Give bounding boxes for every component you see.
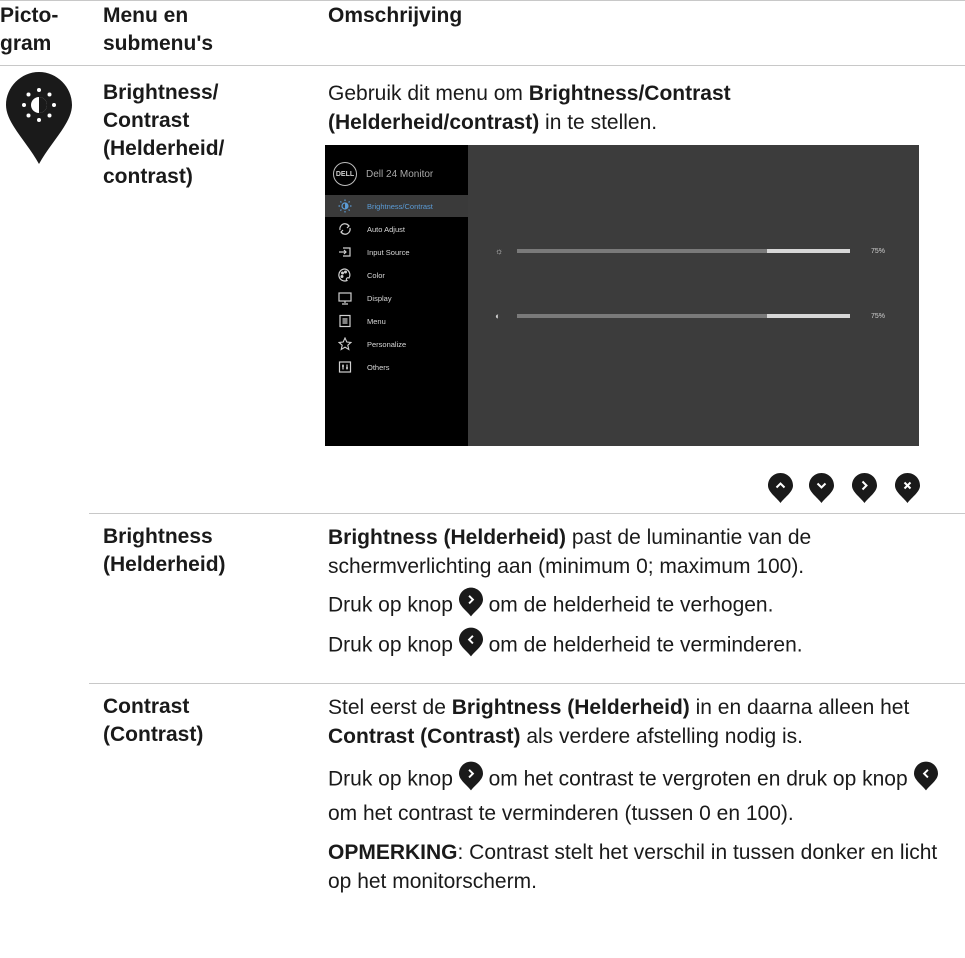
osd-item-label: Color <box>367 270 385 280</box>
dell-logo: DELL <box>333 162 357 186</box>
row2-paragraph-2: Druk op knop om de helderheid te verhoge… <box>328 587 938 625</box>
close-button-icon <box>895 473 920 503</box>
contrast-fill <box>517 314 767 318</box>
header-menu: Menu en submenu's <box>103 4 214 55</box>
osd-item-brightness-contrast[interactable]: Brightness/Contrast <box>325 195 468 217</box>
contrast-track[interactable] <box>517 314 850 318</box>
row2-rule <box>89 513 965 514</box>
osd-item-label: Input Source <box>367 247 410 257</box>
up-button-icon <box>768 473 793 503</box>
contrast-slider[interactable]: ◐ 75% <box>468 309 919 323</box>
row2-menu-name: Brightness (Helderheid) <box>103 525 226 576</box>
osd-item-menu[interactable]: Menu <box>325 310 468 332</box>
contrast-value: 75% <box>871 312 886 320</box>
osd-item-label: Brightness/Contrast <box>367 201 433 211</box>
row3-paragraph-1: Stel eerst de Brightness (Helderheid) in… <box>328 696 910 748</box>
right-arrow-button-icon <box>458 587 483 625</box>
brightness-fill <box>517 249 767 253</box>
osd-sidebar: DELL Dell 24 Monitor Brightness/Contrast… <box>325 145 468 446</box>
brightness-value: 75% <box>871 247 886 255</box>
row3-paragraph-2: Druk op knop om het contrast te vergrote… <box>328 761 943 828</box>
row3-rule <box>89 683 965 684</box>
row2-paragraph-1: Brightness (Helderheid) past de luminant… <box>328 526 812 578</box>
brightness-slider[interactable]: ☼ 75% <box>468 244 919 258</box>
right-button-icon <box>852 473 877 503</box>
input-source-icon <box>338 245 352 259</box>
sun-icon <box>338 199 352 213</box>
table-top-rule <box>0 0 965 1</box>
left-arrow-button-icon <box>458 627 483 665</box>
osd-item-label: Display <box>367 293 392 303</box>
brightness-pictogram-icon <box>6 72 72 169</box>
others-icon <box>338 360 352 374</box>
osd-item-input-source[interactable]: Input Source <box>325 241 468 263</box>
osd-title: Dell 24 Monitor <box>366 168 434 180</box>
osd-item-label: Personalize <box>367 339 407 349</box>
display-icon <box>338 291 352 305</box>
osd-brand: DELL Dell 24 Monitor <box>333 162 433 186</box>
header-description: Omschrijving <box>328 4 463 27</box>
row3-description: Stel eerst de Brightness (Helderheid) in… <box>328 693 943 896</box>
brightness-track[interactable] <box>517 249 850 253</box>
osd-item-display[interactable]: Display <box>325 287 468 309</box>
down-button-icon <box>809 473 834 503</box>
osd-item-color[interactable]: Color <box>325 264 468 286</box>
row2-description: Brightness (Helderheid) past de luminant… <box>328 523 938 665</box>
osd-item-label: Auto Adjust <box>367 224 405 234</box>
auto-adjust-icon <box>338 222 352 236</box>
star-icon <box>338 337 352 351</box>
brightness-sun-icon: ☼ <box>495 246 504 256</box>
row3-menu-name: Contrast (Contrast) <box>103 695 204 746</box>
header-rule <box>0 65 965 66</box>
left-arrow-button-icon <box>913 761 938 799</box>
osd-item-label: Menu <box>367 316 386 326</box>
osd-item-others[interactable]: Others <box>325 356 468 378</box>
menu-icon <box>338 314 352 328</box>
header-pictogram: Picto- gram <box>0 4 59 55</box>
osd-item-auto-adjust[interactable]: Auto Adjust <box>325 218 468 240</box>
row1-menu-name: Brightness/ Contrast (Helderheid/ contra… <box>103 81 225 188</box>
row1-description: Gebruik dit menu om Brightness/Contrast … <box>328 82 731 134</box>
osd-item-label: Others <box>367 362 390 372</box>
row3-note: OPMERKING: Contrast stelt het verschil i… <box>328 841 938 893</box>
osd-item-personalize[interactable]: Personalize <box>325 333 468 355</box>
contrast-icon: ◐ <box>495 311 501 321</box>
palette-icon <box>338 268 352 282</box>
row2-paragraph-3: Druk op knop om de helderheid te vermind… <box>328 627 938 665</box>
right-arrow-button-icon <box>458 761 483 799</box>
osd-screenshot: DELL Dell 24 Monitor Brightness/Contrast… <box>325 145 919 446</box>
